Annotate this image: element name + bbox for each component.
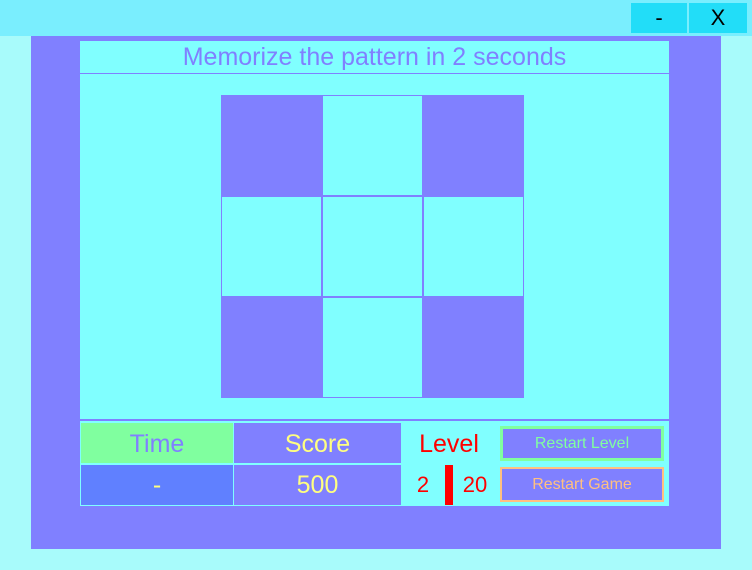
grid-cell[interactable] [423, 95, 524, 196]
score-value: 500 [234, 465, 401, 505]
grid-cell[interactable] [322, 196, 423, 297]
level-max: 20 [462, 472, 488, 497]
level-label: Level [402, 423, 496, 463]
grid-cell[interactable] [322, 297, 423, 398]
restart-game-button[interactable]: Restart Game [500, 467, 664, 502]
grid-cell[interactable] [423, 297, 524, 398]
grid-cell[interactable] [221, 95, 322, 196]
time-value: - [81, 465, 233, 505]
level-progress-bar [445, 465, 453, 505]
score-label: Score [234, 423, 401, 463]
level-current: 2 [416, 472, 430, 497]
minimize-button[interactable]: - [631, 3, 687, 33]
instruction-text: Memorize the pattern in 2 seconds [80, 41, 669, 73]
close-button[interactable]: X [689, 3, 747, 33]
grid-cell[interactable] [221, 297, 322, 398]
pattern-grid [221, 95, 525, 399]
time-label: Time [81, 423, 233, 463]
grid-cell[interactable] [221, 196, 322, 297]
grid-cell[interactable] [423, 196, 524, 297]
restart-level-button[interactable]: Restart Level [500, 426, 664, 461]
title-bar: - X [0, 0, 752, 36]
level-value: 2 20 [402, 465, 496, 505]
grid-cell[interactable] [322, 95, 423, 196]
